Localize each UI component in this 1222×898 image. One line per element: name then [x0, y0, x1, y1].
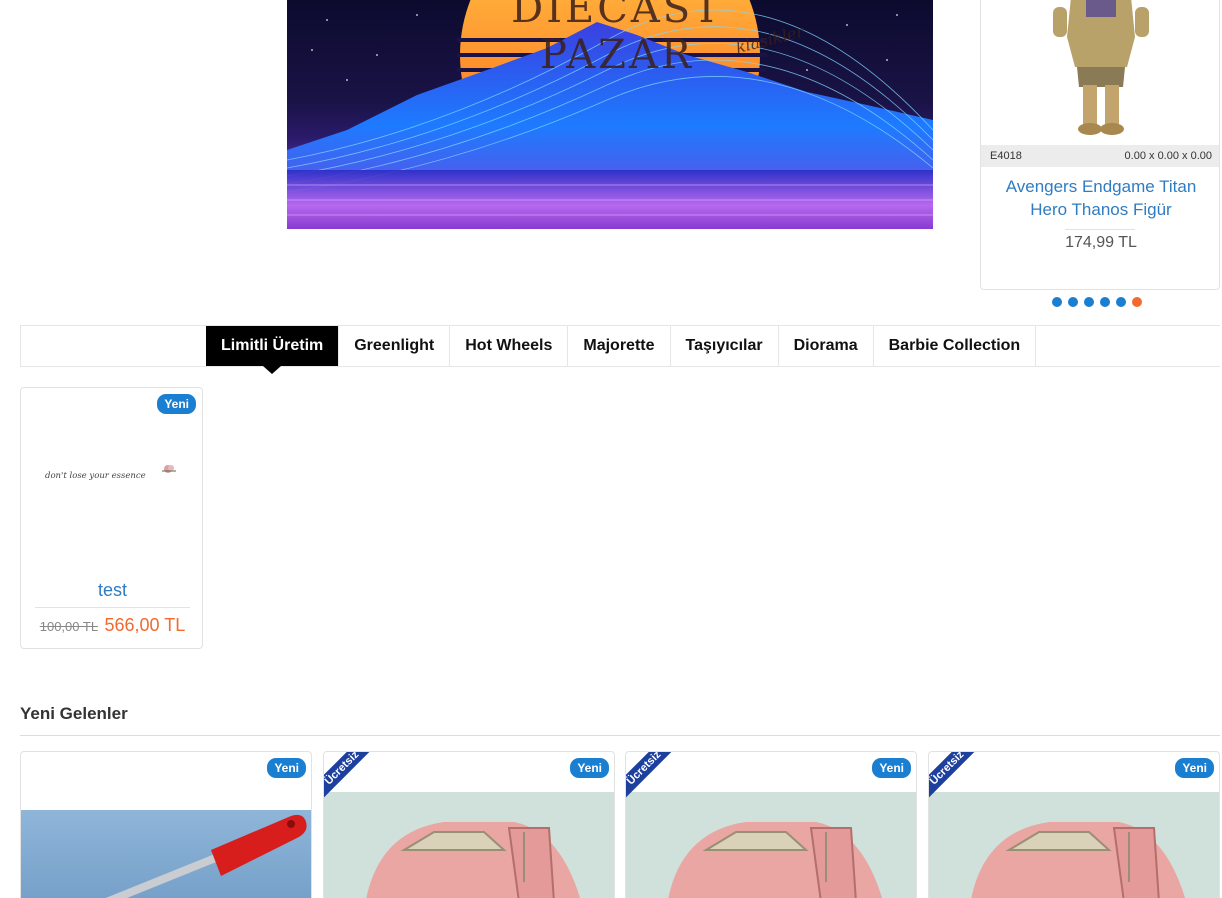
product-image-text: don't lose your essence — [45, 471, 146, 481]
pink-car-image — [366, 822, 581, 898]
featured-product-image[interactable] — [981, 0, 1219, 145]
tab-hot-wheels[interactable]: Hot Wheels — [450, 326, 569, 366]
new-badge: Yeni — [267, 758, 306, 778]
tab-barbie-collection[interactable]: Barbie Collection — [874, 326, 1037, 366]
new-arrival-card[interactable]: Ücretsiz Yeni — [625, 751, 917, 898]
new-arrival-card[interactable]: Ücretsiz Yeni — [928, 751, 1220, 898]
carousel-dot[interactable] — [1116, 297, 1126, 307]
featured-product-meta: E4018 0.00 x 0.00 x 0.00 — [981, 145, 1219, 167]
product-image[interactable] — [21, 810, 311, 898]
featured-product-price: 174,99 TL — [1065, 234, 1137, 251]
section-divider — [20, 735, 1220, 736]
pink-car-image — [668, 822, 883, 898]
pink-car-image — [971, 822, 1186, 898]
section-title-new-arrivals: Yeni Gelenler — [20, 704, 128, 723]
hero-banner[interactable]: DIECAST PAZAR klasikler — [287, 0, 933, 229]
tab-diorama[interactable]: Diorama — [779, 326, 874, 366]
carousel-dot-active[interactable] — [1132, 297, 1142, 307]
product-code: E4018 — [990, 150, 1022, 162]
product-image[interactable] — [324, 792, 614, 898]
tab-tasiyicilar[interactable]: Taşıyıcılar — [671, 326, 779, 366]
product-dimensions: 0.00 x 0.00 x 0.00 — [1124, 150, 1212, 162]
carousel-dot[interactable] — [1052, 297, 1062, 307]
featured-product-name[interactable]: Avengers Endgame Titan Hero Thanos Figür — [989, 175, 1213, 221]
new-badge: Yeni — [157, 394, 196, 414]
featured-product-card[interactable]: E4018 0.00 x 0.00 x 0.00 Avengers Endgam… — [980, 0, 1220, 290]
carousel-dot[interactable] — [1084, 297, 1094, 307]
new-arrival-card[interactable]: Ücretsiz Yeni — [323, 751, 615, 898]
divider — [1065, 229, 1135, 230]
new-badge: Yeni — [1175, 758, 1214, 778]
new-badge: Yeni — [872, 758, 911, 778]
new-arrival-card[interactable]: Yeni — [20, 751, 312, 898]
thanos-figure-image — [1053, 0, 1149, 135]
carousel-pagination — [1052, 297, 1142, 307]
tab-limitli-uretim[interactable]: Limitli Üretim — [206, 326, 340, 374]
tab-greenlight[interactable]: Greenlight — [339, 326, 451, 366]
carousel-dot[interactable] — [1068, 297, 1078, 307]
product-image[interactable] — [929, 792, 1219, 898]
product-prices: 100,00 TL 566,00 TL — [21, 615, 204, 636]
product-card[interactable]: Yeni don't lose your essence test 100,00… — [20, 387, 203, 649]
divider — [35, 607, 190, 608]
new-badge: Yeni — [570, 758, 609, 778]
sale-price: 566,00 TL — [104, 615, 186, 635]
product-image[interactable]: don't lose your essence — [41, 458, 186, 488]
category-tab-bar: Limitli Üretim Greenlight Hot Wheels Maj… — [20, 325, 1220, 374]
screwdriver-image — [84, 814, 307, 898]
product-image[interactable] — [626, 792, 916, 898]
product-name[interactable]: test — [21, 580, 204, 601]
banner-title: DIECAST PAZAR — [511, 0, 723, 78]
old-price: 100,00 TL — [39, 619, 99, 634]
carousel-dot[interactable] — [1100, 297, 1110, 307]
tab-majorette[interactable]: Majorette — [568, 326, 671, 366]
